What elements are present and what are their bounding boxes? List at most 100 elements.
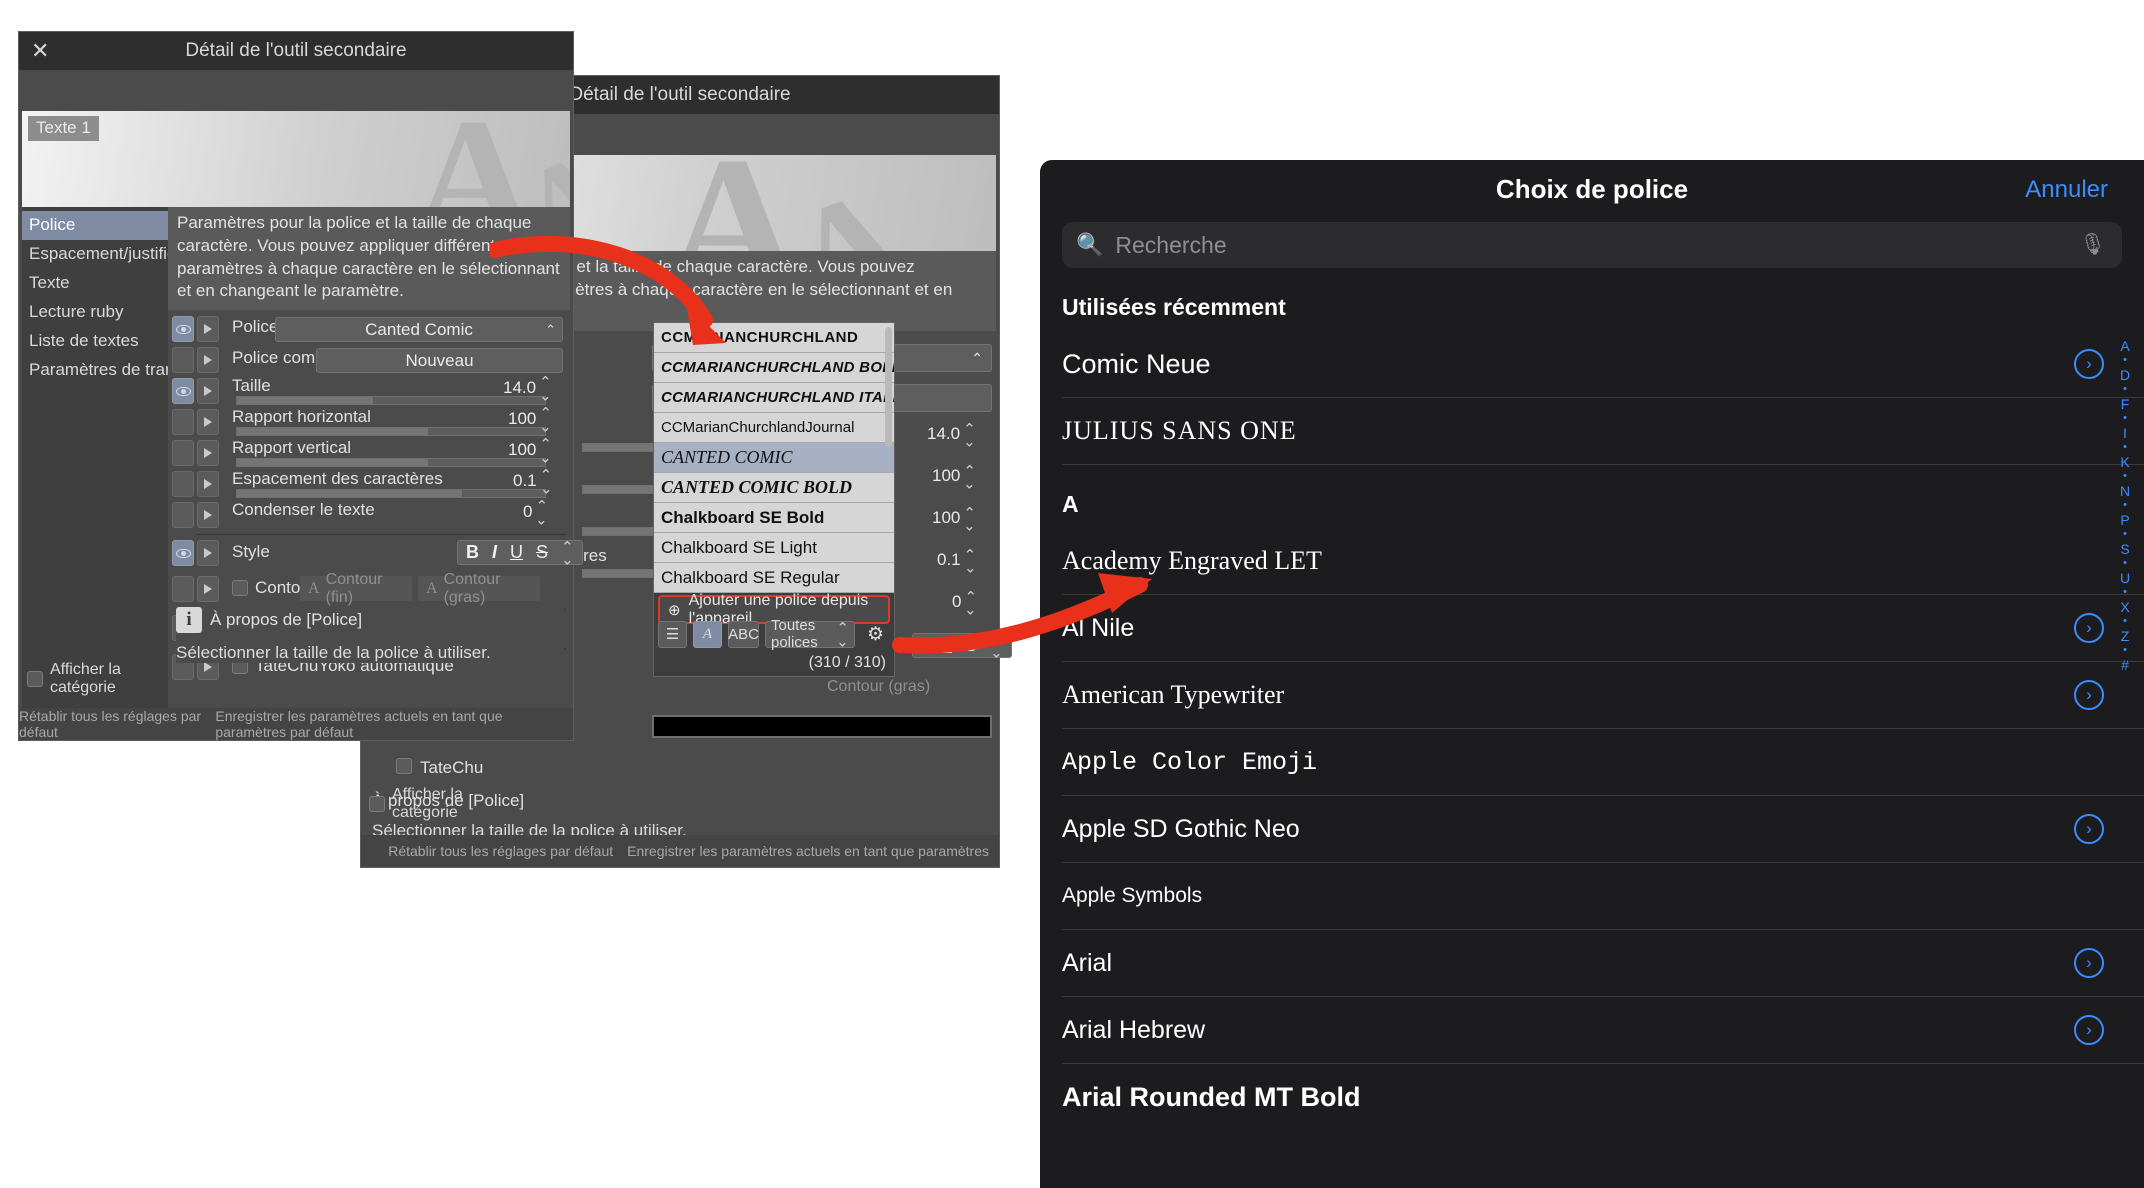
underline-button[interactable]: U <box>939 635 952 656</box>
visibility-toggle-contour[interactable] <box>172 576 194 603</box>
index-letter[interactable]: Z <box>2121 629 2130 643</box>
left-contour-thin-button[interactable]: A Contour (fin) <box>300 571 412 606</box>
visibility-toggle-police[interactable] <box>172 316 194 343</box>
cancel-button[interactable]: Annuler <box>2025 176 2108 204</box>
list-item[interactable]: Al Nile › <box>1062 595 2144 662</box>
index-letter[interactable]: • <box>2123 529 2127 540</box>
secondary-tool-detail-window-left[interactable]: ✕ Détail de l'outil secondaire Texte 1 A… <box>18 31 583 741</box>
left-slider-taille[interactable] <box>236 396 546 406</box>
left-contour-checkbox[interactable] <box>232 580 248 597</box>
visibility-toggle-style[interactable] <box>172 540 194 567</box>
mid-style-buttons[interactable]: I U S ⌃ ⌃ <box>912 633 1012 660</box>
index-letter[interactable]: U <box>2120 571 2130 585</box>
left-param-row-contour[interactable]: Contour A Contour (fin) A Contour (gras) <box>168 571 570 607</box>
index-letter[interactable]: • <box>2123 471 2127 482</box>
font-dropdown-list[interactable]: CCMARIANCHURCHLAND CCMARIANCHURCHLAND BO… <box>654 323 894 594</box>
chevron-right-icon[interactable]: › <box>2074 948 2104 978</box>
abc-view-button[interactable]: ABC <box>728 620 759 648</box>
mid-value-taille[interactable]: 14.0 ⌃ ⌃ <box>927 422 976 448</box>
stepper-icon[interactable]: ⌃ ⌃ <box>535 500 548 526</box>
mid-value-condenser[interactable]: 0 ⌃ ⌃ <box>952 590 977 616</box>
left-slider-espacement[interactable] <box>236 489 546 499</box>
index-letter[interactable]: • <box>2123 355 2127 366</box>
mid-color-swatch[interactable] <box>652 715 992 739</box>
font-list-item[interactable]: Chalkboard SE Light <box>654 533 894 563</box>
mid-show-category-checkbox[interactable] <box>369 796 385 812</box>
expand-toggle-espacement[interactable] <box>197 471 219 498</box>
expand-toggle-taille[interactable] <box>197 378 219 405</box>
list-item[interactable]: Apple Symbols <box>1062 863 2144 930</box>
underline-button[interactable]: U <box>510 542 523 563</box>
left-combo-police-composite[interactable]: Nouveau <box>316 348 563 374</box>
visibility-toggle-espacement[interactable] <box>172 471 194 498</box>
list-item[interactable]: Arial Hebrew › <box>1062 997 2144 1064</box>
left-param-row-rapport-horizontal[interactable]: Rapport horizontal 100 ⌃ ⌃ <box>168 407 570 438</box>
font-list-scrollbar[interactable] <box>885 327 892 447</box>
font-dropdown-popup[interactable]: CCMARIANCHURCHLAND CCMARIANCHURCHLAND BO… <box>653 322 895 677</box>
left-style-buttons[interactable]: B I U S ⌃ ⌃ <box>457 540 583 566</box>
index-letter[interactable]: K <box>2120 455 2129 469</box>
left-value-condenser[interactable]: 0 ⌃ ⌃ <box>523 500 548 526</box>
stepper-icon[interactable]: ⌃ ⌃ <box>561 540 574 566</box>
stepper-icon[interactable]: ⌃ ⌃ <box>963 464 976 490</box>
index-letter[interactable]: • <box>2123 384 2127 395</box>
list-item[interactable]: Arial Rounded MT Bold <box>1062 1064 2144 1131</box>
index-letter[interactable]: A <box>2120 339 2129 353</box>
index-letter[interactable]: • <box>2123 616 2127 627</box>
font-list-item[interactable]: Chalkboard SE Regular <box>654 563 894 593</box>
left-combo-police[interactable]: Canted Comic ⌃ <box>275 317 563 343</box>
italic-button[interactable]: I <box>492 542 497 563</box>
left-reset-button[interactable]: Rétablir tous les réglages par défaut <box>19 708 201 740</box>
list-item[interactable]: Arial › <box>1062 930 2144 997</box>
strikethrough-button[interactable]: S <box>536 542 548 563</box>
left-param-row-condenser[interactable]: Condenser le texte 0 ⌃ ⌃ <box>168 500 570 531</box>
mid-value-rapport-vertical[interactable]: 100 ⌃ ⌃ <box>932 506 976 532</box>
chevron-right-icon[interactable]: › <box>2074 613 2104 643</box>
mid-show-category-row[interactable]: Afficher la catégorie <box>361 781 507 827</box>
visibility-toggle-condenser[interactable] <box>172 502 194 529</box>
expand-toggle-condenser[interactable] <box>197 502 219 529</box>
search-input[interactable]: 🔍 Recherche 🎙 <box>1062 222 2122 268</box>
stepper-icon[interactable]: ⌃ ⌃ <box>963 506 976 532</box>
left-show-category-row[interactable]: Afficher la catégorie <box>19 656 165 702</box>
sidebar-item-lecture-ruby[interactable]: Lecture ruby <box>22 298 168 327</box>
left-param-row-rapport-vertical[interactable]: Rapport vertical 100 ⌃ ⌃ <box>168 438 570 469</box>
sidebar-item-parametres-transformation[interactable]: Paramètres de transformation <box>22 356 254 385</box>
index-letter[interactable]: P <box>2120 513 2129 527</box>
sidebar-item-texte[interactable]: Texte <box>22 269 168 298</box>
sidebar-item-police[interactable]: Police <box>22 211 168 240</box>
font-list-item-selected[interactable]: CANTED COMIC <box>654 443 894 473</box>
visibility-toggle-rapport-horizontal[interactable] <box>172 409 194 436</box>
list-view-icon[interactable]: ☰ <box>658 620 687 648</box>
stepper-icon[interactable]: ⌃ ⌃ <box>964 548 977 574</box>
font-list-item[interactable]: Chalkboard SE Bold <box>654 503 894 533</box>
visibility-toggle-police-composite[interactable] <box>172 347 194 374</box>
font-list-item[interactable]: CCMARIANCHURCHLAND <box>654 323 894 353</box>
font-list-item[interactable]: CCMarianChurchlandJournal <box>654 413 894 443</box>
list-item[interactable]: Academy Engraved LET <box>1062 528 2144 595</box>
left-value-espacement[interactable]: 0.1 ⌃ ⌃ <box>513 469 552 495</box>
expand-toggle-style[interactable] <box>197 540 219 567</box>
mid-reset-button[interactable]: Rétablir tous les réglages par défaut <box>388 843 613 859</box>
visibility-toggle-rapport-vertical[interactable] <box>172 440 194 467</box>
font-sample-icon[interactable]: A <box>693 620 722 648</box>
left-param-row-style[interactable]: Style B I U S ⌃ ⌃ <box>168 535 583 571</box>
index-letter[interactable]: • <box>2123 413 2127 424</box>
italic-button[interactable]: I <box>921 635 926 656</box>
index-letter[interactable]: F <box>2121 397 2130 411</box>
list-item[interactable]: Apple Color Emoji <box>1062 729 2144 796</box>
index-letter[interactable]: • <box>2123 587 2127 598</box>
left-param-row-espacement[interactable]: Espacement des caractères 0.1 ⌃ ⌃ <box>168 469 570 500</box>
left-value-rapport-horizontal[interactable]: 100 ⌃ ⌃ <box>508 407 552 433</box>
expand-toggle-police[interactable] <box>197 316 219 343</box>
mid-contour-bold-label[interactable]: Contour (gras) <box>827 678 930 696</box>
strikethrough-button[interactable]: S <box>965 635 977 656</box>
left-param-row-taille[interactable]: Taille 14.0 ⌃ ⌃ <box>168 376 570 407</box>
left-slider-rapport-vertical[interactable] <box>236 458 546 468</box>
index-letter[interactable]: # <box>2121 658 2129 672</box>
list-item[interactable]: American Typewriter › <box>1062 662 2144 729</box>
expand-toggle-police-composite[interactable] <box>197 347 219 374</box>
left-show-category-checkbox[interactable] <box>27 671 43 687</box>
left-param-row-police[interactable]: Police Canted Comic ⌃ <box>168 314 570 345</box>
gear-icon[interactable]: ⚙ <box>861 621 890 648</box>
